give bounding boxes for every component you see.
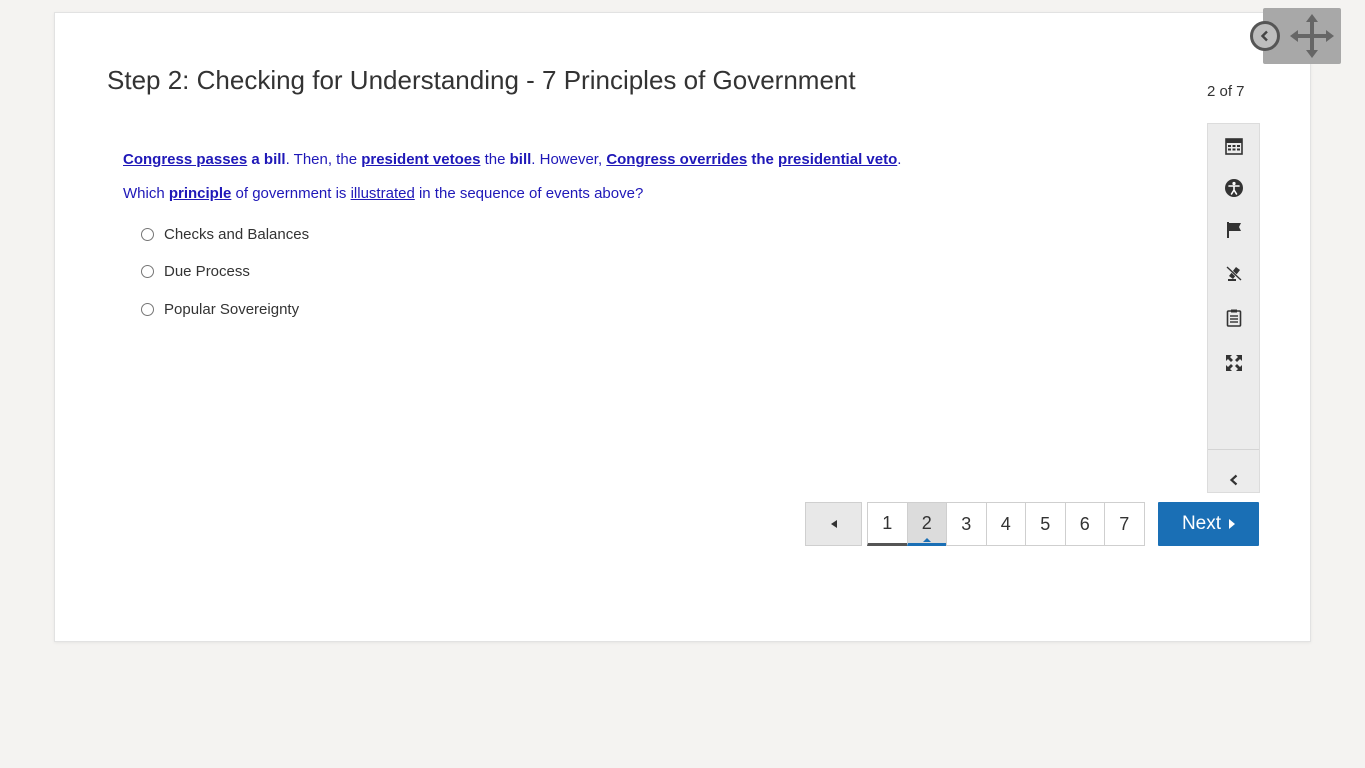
calendar-icon[interactable] — [1208, 128, 1259, 164]
current-page-marker — [922, 538, 931, 542]
stem-term: a bill — [251, 151, 286, 168]
page-button-2[interactable]: 2 — [906, 502, 947, 546]
notepad-icon[interactable] — [1208, 300, 1259, 336]
page-button-1[interactable]: 1 — [867, 502, 908, 546]
prompt-text: of government is — [231, 185, 351, 202]
page-button-7[interactable]: 7 — [1104, 502, 1145, 546]
next-label: Next — [1181, 513, 1222, 534]
stem-term: bill — [509, 151, 532, 168]
no-highlight-icon[interactable] — [1208, 255, 1259, 291]
question-prompt: Which principle of government is illustr… — [123, 185, 643, 202]
chevron-left-icon — [1260, 30, 1268, 42]
page-button-3[interactable]: 3 — [946, 502, 987, 546]
fullscreen-icon[interactable] — [1208, 345, 1259, 381]
stem-term: presidential veto — [778, 151, 898, 168]
flag-icon[interactable] — [1208, 212, 1259, 248]
stem-text: . However, — [531, 151, 607, 168]
stem-text: . — [897, 151, 902, 168]
tools-sidebar — [1207, 123, 1260, 493]
assessment-card: Step 2: Checking for Understanding - 7 P… — [54, 12, 1311, 642]
page-number: 2 — [921, 512, 932, 533]
page-count: 2 of 7 — [1207, 83, 1245, 100]
prompt-text: in the sequence of events above? — [414, 185, 644, 202]
prompt-text: Which — [123, 185, 169, 202]
choice-due-process[interactable]: Due Process — [141, 261, 309, 283]
triangle-right-icon — [1229, 519, 1236, 529]
answer-choices: Checks and Balances Due Process Popular … — [141, 223, 309, 336]
stem-text: . Then, the — [285, 151, 362, 168]
stem-term: Congress overrides — [606, 151, 748, 168]
prompt-term: principle — [168, 185, 232, 202]
prompt-term: illustrated — [350, 185, 415, 202]
page-title: Step 2: Checking for Understanding - 7 P… — [107, 65, 856, 95]
accessibility-icon[interactable] — [1208, 170, 1259, 206]
next-button[interactable]: Next — [1158, 502, 1259, 546]
page-button-4[interactable]: 4 — [985, 502, 1026, 546]
stem-term: Congress passes — [123, 151, 248, 168]
choice-label: Due Process — [164, 263, 250, 280]
collapse-toolbar-button[interactable] — [1250, 21, 1280, 51]
choice-label: Checks and Balances — [164, 225, 310, 243]
page-button-6[interactable]: 6 — [1064, 502, 1105, 546]
page-button-5[interactable]: 5 — [1025, 502, 1066, 546]
previous-button[interactable] — [805, 502, 862, 546]
chevron-left-icon[interactable] — [1208, 462, 1259, 498]
page-navigation: 1 2 3 4 5 6 7 — [867, 502, 1145, 546]
radio-button[interactable] — [141, 265, 154, 278]
stem-term: the — [747, 151, 779, 168]
radio-button[interactable] — [141, 227, 154, 241]
radio-button[interactable] — [141, 302, 154, 316]
question-stem: Congress passes a bill. Then, the presid… — [123, 151, 901, 168]
stem-text: the — [480, 151, 510, 168]
stem-term: president vetoes — [361, 151, 481, 168]
choice-popular-sovereignty[interactable]: Popular Sovereignty — [141, 298, 309, 320]
triangle-left-icon — [830, 520, 837, 528]
choice-label: Popular Sovereignty — [164, 300, 300, 318]
choice-checks-and-balances[interactable]: Checks and Balances — [141, 223, 309, 245]
toolbar-divider — [1208, 449, 1259, 450]
